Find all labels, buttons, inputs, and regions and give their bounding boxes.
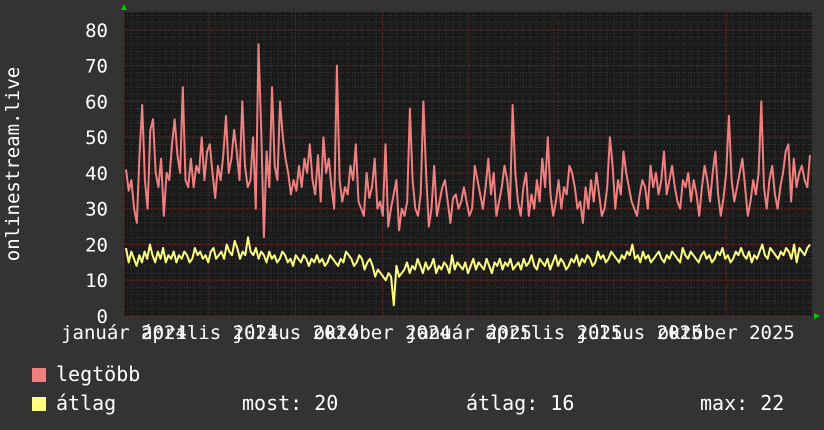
legend-avg-label: átlag	[56, 391, 117, 415]
y-tick-label: 10	[85, 270, 108, 292]
y-tick-label: 50	[85, 127, 108, 149]
y-tick-label: 80	[85, 20, 108, 42]
x-axis-arrow	[814, 313, 820, 319]
legend-avg: átlag	[32, 391, 116, 415]
y-axis-label: onlinestream.live	[2, 67, 24, 261]
legend-max: legtöbb	[32, 362, 140, 386]
y-tick-label: 60	[85, 91, 108, 113]
y-tick-label: 40	[85, 163, 108, 185]
y-axis-arrow	[121, 4, 127, 10]
y-tick-label: 30	[85, 199, 108, 221]
x-tick-label: október 2025	[658, 322, 795, 344]
y-tick-label: 20	[85, 234, 108, 256]
legend-max-label: legtöbb	[56, 362, 141, 386]
stat-avg: átlag: 16	[466, 391, 575, 415]
legend-max-swatch	[32, 368, 46, 382]
y-tick-label: 70	[85, 56, 108, 78]
stat-max: max: 22	[700, 391, 785, 415]
stat-now: most: 20	[242, 391, 339, 415]
legend-avg-swatch	[32, 397, 46, 411]
